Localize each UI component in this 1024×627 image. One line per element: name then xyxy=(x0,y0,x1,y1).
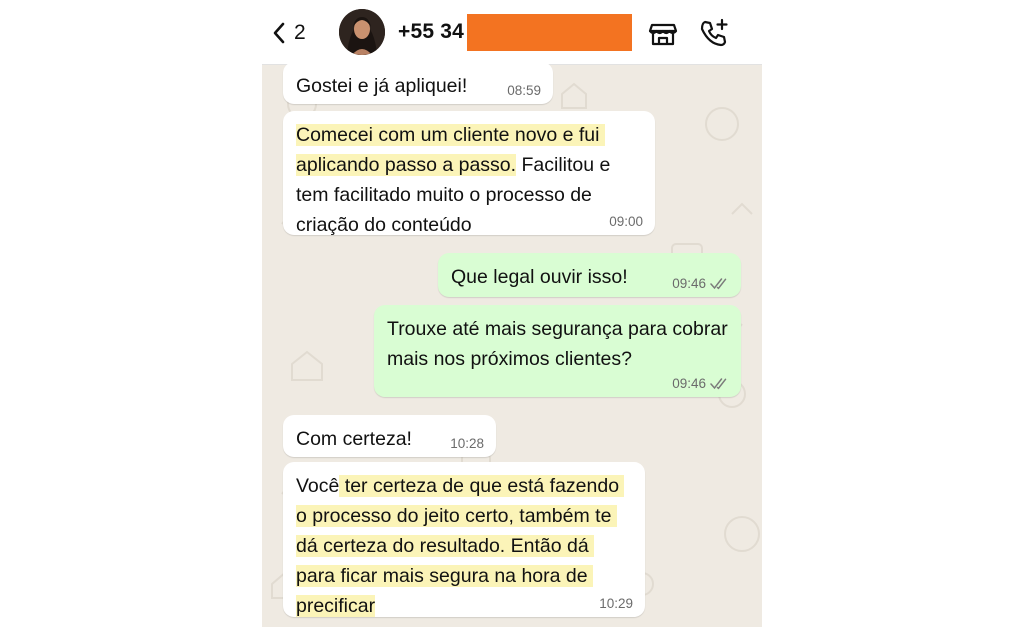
message-time: 09:00 xyxy=(609,214,643,229)
redaction-block xyxy=(467,14,632,51)
highlighted-text: ter certeza de que está fazendo o proces… xyxy=(296,475,625,617)
message-time: 09:46 xyxy=(672,376,729,391)
contact-avatar[interactable] xyxy=(339,9,385,55)
message-bubble-incoming[interactable]: Com certeza! 10:28 xyxy=(283,415,496,457)
chat-screen: 2 +55 34 Gostei e já apliquei! 08:59 Com… xyxy=(262,0,762,627)
message-bubble-incoming[interactable]: Você ter certeza de que está fazendo o p… xyxy=(283,462,645,617)
message-text: Trouxe até mais segurança para cobrar ma… xyxy=(387,318,734,370)
message-text: Com certeza! xyxy=(296,428,412,450)
message-bubble-incoming[interactable]: Comecei com um cliente novo e fui aplica… xyxy=(283,111,655,236)
store-icon[interactable] xyxy=(647,17,679,49)
message-bubble-outgoing[interactable]: Trouxe até mais segurança para cobrar ma… xyxy=(374,305,741,397)
chevron-left-icon xyxy=(273,22,285,44)
contact-name[interactable]: +55 34 xyxy=(398,20,464,44)
phone-add-icon[interactable] xyxy=(698,17,730,49)
message-text: Gostei e já apliquei! xyxy=(296,75,468,97)
message-time: 08:59 xyxy=(507,83,541,98)
message-text: Que legal ouvir isso! xyxy=(451,266,628,288)
avatar-photo xyxy=(339,9,385,55)
message-bubble-incoming[interactable]: Gostei e já apliquei! 08:59 xyxy=(283,62,553,104)
back-button[interactable]: 2 xyxy=(270,18,306,48)
unread-count: 2 xyxy=(294,21,306,44)
double-check-icon xyxy=(710,377,727,389)
message-time: 10:28 xyxy=(450,436,484,451)
message-time: 10:29 xyxy=(599,596,633,611)
message-bubble-outgoing[interactable]: Que legal ouvir isso! 09:46 xyxy=(438,253,741,297)
double-check-icon xyxy=(710,277,727,289)
message-text: Você xyxy=(296,475,340,497)
message-time: 09:46 xyxy=(672,276,729,291)
chat-header: 2 +55 34 xyxy=(262,0,762,65)
